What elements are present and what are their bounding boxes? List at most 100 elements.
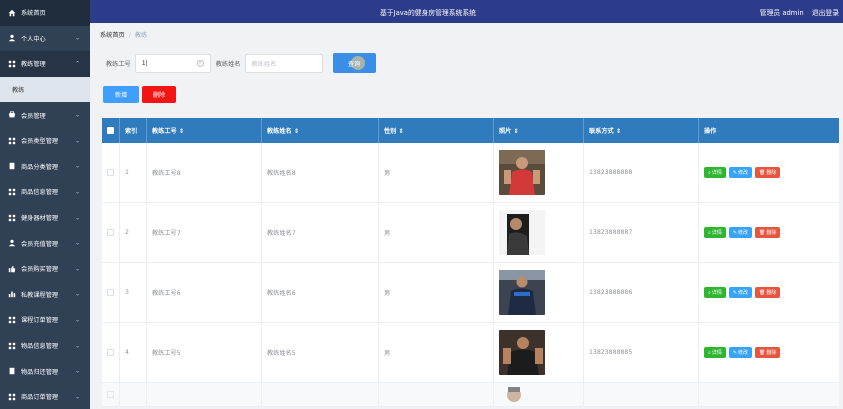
sidebar-item-purchase[interactable]: 会员购买管理 ⌄: [0, 256, 90, 282]
cell-actions: [699, 383, 839, 406]
sidebar-item-label: 私教课程管理: [21, 291, 59, 299]
breadcrumb: 系统首页 / 教练: [100, 30, 147, 39]
select-all-checkbox[interactable]: [107, 127, 114, 134]
row-checkbox[interactable]: [107, 169, 114, 176]
row-select-cell: [102, 143, 120, 202]
cell-index: 3: [120, 263, 147, 322]
cart-icon: [8, 111, 16, 119]
cell-contact: [584, 383, 699, 406]
cell-contact: 13823888887: [584, 203, 699, 262]
sidebar-item-label: 系统首页: [21, 10, 46, 18]
chevron-down-icon: ⌄: [74, 367, 80, 375]
sidebar-item-item-info[interactable]: 物品信息管理 ⌄: [0, 333, 90, 359]
app-title: 基于Java的健身房管理系统系统: [380, 8, 476, 17]
cell-gender: 男: [379, 143, 494, 202]
sidebar-item-recharge[interactable]: 会员充值管理 ⌄: [0, 230, 90, 256]
detail-button[interactable]: ⌕ 详情: [704, 347, 726, 358]
cell-actions: ⌕ 详情 ✎ 修改 🗑 删除: [699, 323, 839, 382]
cell-contact: 13823888888: [584, 143, 699, 202]
logout-link[interactable]: 退出登录: [812, 9, 839, 17]
coach-name-label: 教练姓名: [215, 60, 241, 68]
doc-icon: [8, 162, 16, 170]
sidebar-item-goods-order[interactable]: 商品订单管理 ⌄: [0, 384, 90, 409]
sidebar-item-course-order[interactable]: 课程订单管理 ⌄: [0, 307, 90, 333]
edit-label: 修改: [738, 170, 749, 176]
detail-button[interactable]: ⌕ 详情: [704, 227, 726, 238]
column-header-actions: 操作: [704, 128, 717, 135]
home-icon: [8, 9, 16, 17]
coach-name-input[interactable]: 教练姓名: [244, 53, 323, 73]
detail-button[interactable]: ⌕ 详情: [704, 287, 726, 298]
coach-no-input[interactable]: 1| ×: [134, 53, 211, 73]
edit-button[interactable]: ✎ 修改: [728, 227, 753, 238]
chevron-down-icon: ⌄: [74, 214, 80, 222]
coach-photo: [499, 270, 545, 315]
edit-button[interactable]: ✎ 修改: [728, 287, 753, 298]
row-checkbox[interactable]: [107, 391, 114, 398]
cell-actions: ⌕ 详情 ✎ 修改 🗑 删除: [699, 263, 839, 322]
remove-label: 删除: [766, 170, 777, 176]
cell-photo: [494, 383, 584, 406]
trash-icon: 🗑: [759, 349, 766, 356]
add-button[interactable]: 新增: [103, 86, 139, 103]
sidebar-item-label: 会员管理: [21, 112, 46, 120]
remove-button[interactable]: 🗑 删除: [755, 287, 781, 298]
sidebar-item-coach[interactable]: 教练管理 ⌃: [0, 51, 90, 77]
sidebar-item-label: 教练管理: [21, 61, 46, 69]
column-header-photo[interactable]: 照片 ⇕: [494, 118, 584, 143]
query-button[interactable]: 查询: [332, 53, 376, 73]
column-header-coach-no[interactable]: 教练工号 ⇕: [147, 118, 262, 143]
sidebar-item-private-course[interactable]: 私教课程管理 ⌄: [0, 282, 90, 308]
chevron-up-icon: ⌃: [74, 60, 80, 68]
chevron-down-icon: ⌄: [74, 162, 80, 170]
sidebar-item-equipment[interactable]: 健身器材管理 ⌄: [0, 205, 90, 231]
chevron-down-icon: ⌄: [74, 265, 80, 273]
breadcrumb-home[interactable]: 系统首页: [100, 32, 125, 39]
remove-button[interactable]: 🗑 删除: [755, 227, 781, 238]
table-row: 3 教练工号6 教练姓名6 男 13823888886 ⌕ 详情 ✎ 修改 🗑 删除: [102, 263, 839, 323]
delete-button[interactable]: 删除: [142, 86, 176, 103]
row-select-cell: [102, 263, 120, 322]
search-icon: ⌕: [708, 349, 711, 356]
edit-label: 修改: [738, 230, 749, 236]
column-header-gender[interactable]: 性别 ⇕: [379, 118, 494, 143]
cell-index: [120, 383, 147, 406]
remove-label: 删除: [766, 290, 777, 296]
edit-button[interactable]: ✎ 修改: [728, 347, 753, 358]
remove-button[interactable]: 🗑 删除: [755, 167, 781, 178]
chevron-down-icon: ⌄: [74, 137, 80, 145]
column-header-contact[interactable]: 联系方式 ⇕: [584, 118, 699, 143]
sidebar-item-member[interactable]: 会员管理 ⌄: [0, 102, 90, 128]
sidebar-item-goods-info[interactable]: 商品信息管理 ⌄: [0, 179, 90, 205]
row-checkbox[interactable]: [107, 229, 114, 236]
thumb-icon: [8, 265, 16, 273]
cell-coach-name: 教练姓名8: [262, 143, 379, 202]
chevron-down-icon: ⌄: [74, 188, 80, 196]
sidebar-item-profile[interactable]: 个人中心 ⌄: [0, 26, 90, 52]
chevron-down-icon: ⌄: [74, 290, 80, 298]
coach-no-label: 教练工号: [106, 60, 131, 68]
coach-no-value: 1|: [141, 59, 148, 67]
chevron-down-icon: ⌄: [74, 342, 80, 350]
current-user: 管理员 admin: [759, 8, 804, 17]
sidebar-item-item-return[interactable]: 物品归还管理 ⌄: [0, 358, 90, 384]
grid-icon: [8, 60, 16, 68]
sidebar-item-label: 会员类型管理: [21, 138, 59, 146]
sidebar-item-member-type[interactable]: 会员类型管理 ⌄: [0, 128, 90, 154]
sidebar-item-home[interactable]: 系统首页: [0, 0, 90, 26]
search-icon: ⌕: [708, 169, 711, 176]
cell-coach-no: 教练工号5: [147, 323, 262, 382]
sidebar-item-goods-category[interactable]: 商品分类管理 ⌄: [0, 154, 90, 180]
sidebar-subitem-coach[interactable]: 教练: [0, 76, 90, 103]
row-checkbox[interactable]: [107, 289, 114, 296]
detail-button[interactable]: ⌕ 详情: [704, 167, 726, 178]
breadcrumb-current: 教练: [134, 32, 148, 39]
clear-icon[interactable]: ×: [196, 59, 204, 67]
cell-photo: [494, 203, 584, 262]
row-checkbox[interactable]: [107, 349, 114, 356]
trash-icon: 🗑: [759, 169, 766, 176]
query-button-label: 查询: [347, 60, 361, 68]
remove-button[interactable]: 🗑 删除: [755, 347, 781, 358]
column-header-coach-name[interactable]: 教练姓名 ⇕: [262, 118, 379, 143]
edit-button[interactable]: ✎ 修改: [728, 167, 753, 178]
